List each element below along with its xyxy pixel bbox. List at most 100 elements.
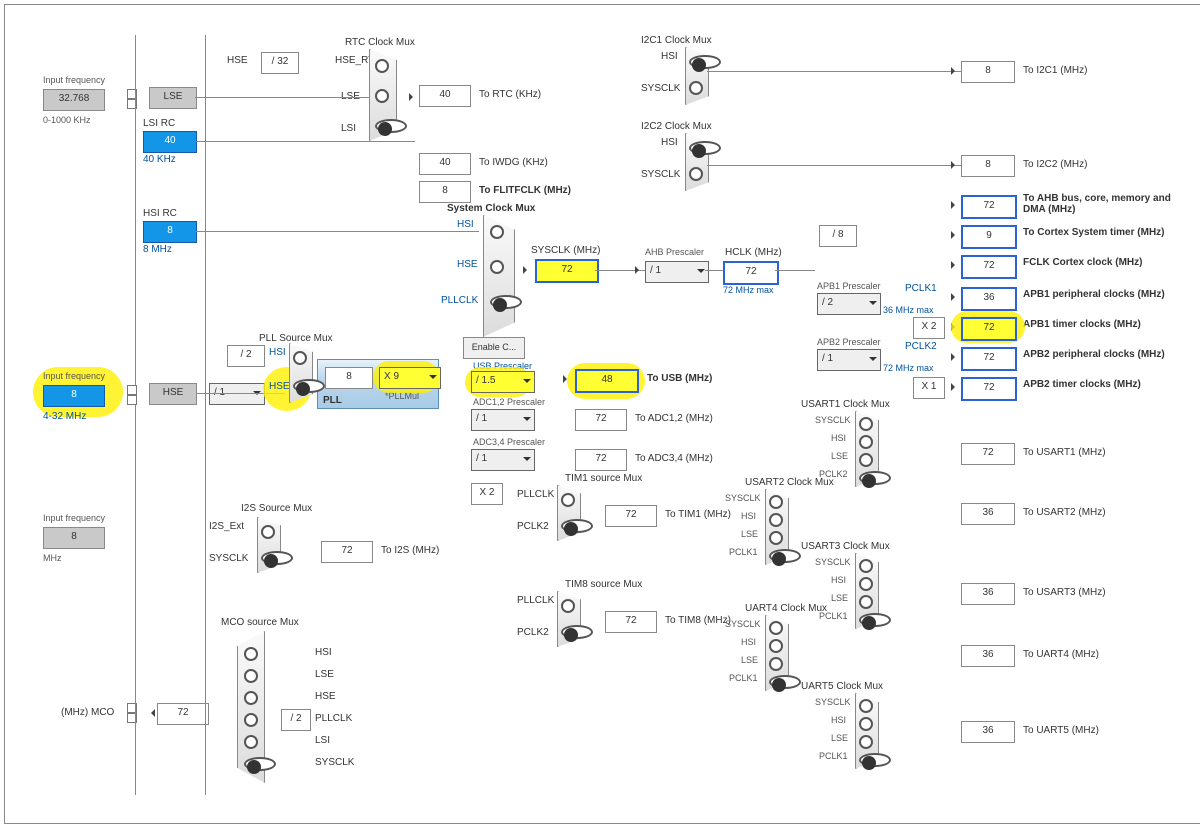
tim8-pllclk: PLLCLK [517, 595, 554, 606]
i2s-radio-ext[interactable] [261, 525, 275, 539]
mco-radio-sysclk[interactable] [244, 757, 276, 771]
i2c1-hsi: HSI [661, 51, 678, 62]
i2c1-radio-hsi[interactable] [689, 55, 721, 69]
usart1-r3[interactable] [859, 453, 873, 467]
wire-hclk [775, 270, 815, 271]
usart1-lse: LSE [831, 451, 848, 461]
rtc-radio-lse[interactable] [375, 89, 389, 103]
i2c1-radio-sysclk[interactable] [689, 81, 703, 95]
uart5-r3[interactable] [859, 735, 873, 749]
arrow-mco [147, 709, 155, 717]
adc34-title: ADC3,4 Prescaler [473, 437, 545, 447]
tim1-radio-pll[interactable] [561, 493, 575, 507]
pll-prediv[interactable]: / 1 [209, 383, 265, 405]
usart3-r1[interactable] [859, 559, 873, 573]
i2c2-out-lbl: To I2C2 (MHz) [1023, 159, 1087, 170]
apb1-title: APB1 Prescaler [817, 281, 881, 291]
apb2-note: 72 MHz max [883, 363, 934, 373]
apb2-periph-lbl: APB2 peripheral clocks (MHz) [1023, 349, 1165, 360]
tim1-pclk2: PCLK2 [517, 521, 549, 532]
mco-radio-hsi[interactable] [244, 647, 258, 661]
uart5-r4[interactable] [859, 753, 891, 767]
ahb-div8: / 8 [819, 225, 857, 247]
mco-radio-lse[interactable] [244, 669, 258, 683]
apb1-div[interactable]: / 2 [817, 293, 881, 315]
ahb-div[interactable]: / 1 [645, 261, 709, 283]
mco-sysclk: SYSCLK [315, 757, 354, 768]
uart5-r1[interactable] [859, 699, 873, 713]
sysmux-enable-css[interactable]: Enable C... [463, 337, 525, 359]
rtc-radio-hse[interactable] [375, 59, 389, 73]
uart4-out-lbl: To UART4 (MHz) [1023, 649, 1099, 660]
tim8-radio-pclk2[interactable] [561, 625, 593, 639]
usart3-r3[interactable] [859, 595, 873, 609]
usart3-r2[interactable] [859, 577, 873, 591]
uart4-r1[interactable] [769, 621, 783, 635]
usart2-sysclk: SYSCLK [725, 493, 761, 503]
pll-radio-hsi[interactable] [293, 351, 307, 365]
usart3-r4[interactable] [859, 613, 891, 627]
lse-input-range: 0-1000 KHz [43, 115, 91, 125]
mco-radio-hse[interactable] [244, 691, 258, 705]
apb2-div[interactable]: / 1 [817, 349, 881, 371]
usart1-title: USART1 Clock Mux [801, 399, 890, 410]
usart1-r1[interactable] [859, 417, 873, 431]
pll-mul[interactable]: X 9 [379, 367, 441, 389]
usart2-r2[interactable] [769, 513, 783, 527]
usb-out: 48 [575, 369, 639, 393]
adc12-out-lbl: To ADC1,2 (MHz) [635, 413, 713, 424]
i2c2-radio-sysclk[interactable] [689, 167, 703, 181]
out-fclk-lbl: FCLK Cortex clock (MHz) [1023, 257, 1142, 268]
usart2-r1[interactable] [769, 495, 783, 509]
i2s-input-value[interactable]: 8 [43, 527, 105, 549]
hse-input-label: Input frequency [43, 371, 105, 381]
usb-div[interactable]: / 1.5 [471, 371, 535, 393]
apb1-timmul: X 2 [913, 317, 945, 339]
wire-lsi [195, 141, 415, 142]
i2c2-hsi: HSI [661, 137, 678, 148]
uart5-r2[interactable] [859, 717, 873, 731]
usart1-r2[interactable] [859, 435, 873, 449]
wire-ahb-hclk [705, 270, 723, 271]
sysmux-radio-pll[interactable] [490, 295, 522, 309]
mco-radio-pll[interactable] [244, 713, 258, 727]
mco-lse: LSE [315, 669, 334, 680]
arrow-sysclk [523, 266, 531, 274]
iwdg-out: 40 [419, 153, 471, 175]
adc12-title: ADC1,2 Prescaler [473, 397, 545, 407]
adc12-div[interactable]: / 1 [471, 409, 535, 431]
rtc-title: RTC Clock Mux [345, 37, 415, 48]
apb1-periph-lbl: APB1 peripheral clocks (MHz) [1023, 289, 1165, 300]
apb1-tim: 72 [961, 317, 1017, 341]
tim1-pllclk: PLLCLK [517, 489, 554, 500]
mco-radio-lsi[interactable] [244, 735, 258, 749]
uart4-r4[interactable] [769, 675, 801, 689]
lse-input-value[interactable]: 32.768 [43, 89, 105, 111]
pll-radio-hse[interactable] [293, 379, 325, 393]
usart1-r4[interactable] [859, 471, 891, 485]
tim8-radio-pll[interactable] [561, 599, 575, 613]
uart4-out: 36 [961, 645, 1015, 667]
arrow-apb1p [951, 293, 959, 301]
rtc-radio-lsi[interactable] [375, 119, 407, 133]
adc34-div[interactable]: / 1 [471, 449, 535, 471]
hse-input-value[interactable]: 8 [43, 385, 105, 407]
sysmux-radio-hsi[interactable] [490, 225, 504, 239]
sysmux-radio-hse[interactable] [490, 260, 504, 274]
arrow-systick [951, 231, 959, 239]
hclk-value[interactable]: 72 [723, 261, 779, 285]
mco-title: MCO source Mux [221, 617, 299, 628]
uart4-title: UART4 Clock Mux [745, 603, 827, 614]
i2s-radio-sysclk[interactable] [261, 551, 293, 565]
usart2-r4[interactable] [769, 549, 801, 563]
tim1-radio-pclk2[interactable] [561, 519, 593, 533]
apb1-pclk: PCLK1 [905, 283, 937, 294]
tim8-pclk2: PCLK2 [517, 627, 549, 638]
usart2-r3[interactable] [769, 531, 783, 545]
hsirc-value: 8 [143, 221, 197, 243]
i2c2-radio-hsi[interactable] [689, 141, 721, 155]
hclk-lbl: HCLK (MHz) [725, 247, 782, 258]
i2c1-sysclk: SYSCLK [641, 83, 680, 94]
uart4-r3[interactable] [769, 657, 783, 671]
uart4-r2[interactable] [769, 639, 783, 653]
